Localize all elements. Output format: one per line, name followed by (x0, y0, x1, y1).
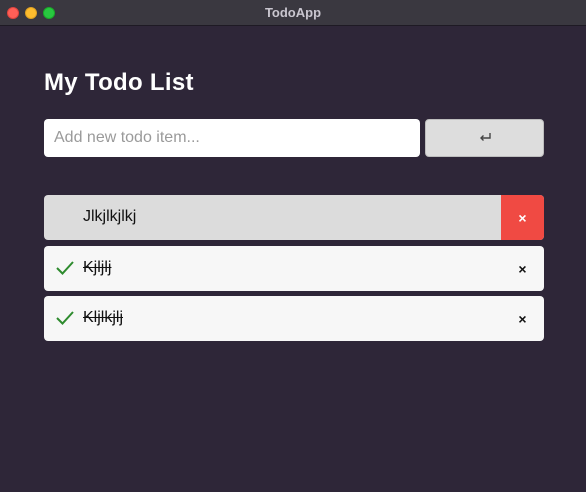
delete-todo-button[interactable]: × (501, 296, 544, 341)
todo-item-label: Kjljlj (83, 259, 112, 276)
todo-item[interactable]: Kjljlj × (44, 246, 544, 291)
new-todo-input[interactable] (44, 119, 420, 157)
delete-todo-button[interactable]: × (501, 195, 544, 240)
page-title: My Todo List (44, 69, 194, 96)
return-icon (479, 133, 491, 141)
close-icon: × (518, 310, 527, 327)
checkmark-icon (56, 311, 74, 325)
title-bar: TodoApp (0, 0, 586, 26)
todo-item-label: Kljlkjlj (83, 309, 123, 326)
close-icon: × (518, 209, 527, 226)
todo-item-label: Jlkjlkjlkj (83, 208, 137, 225)
add-todo-button[interactable] (425, 119, 544, 157)
app-window: TodoApp My Todo List Jlkjlkjlkj × Kjljlj… (0, 0, 586, 492)
checkmark-icon (56, 261, 74, 275)
window-title: TodoApp (264, 5, 322, 20)
delete-todo-button[interactable]: × (501, 246, 544, 291)
close-icon: × (518, 260, 527, 277)
todo-item[interactable]: Kljlkjlj × (44, 296, 544, 341)
todo-item[interactable]: Jlkjlkjlkj × (44, 195, 544, 240)
